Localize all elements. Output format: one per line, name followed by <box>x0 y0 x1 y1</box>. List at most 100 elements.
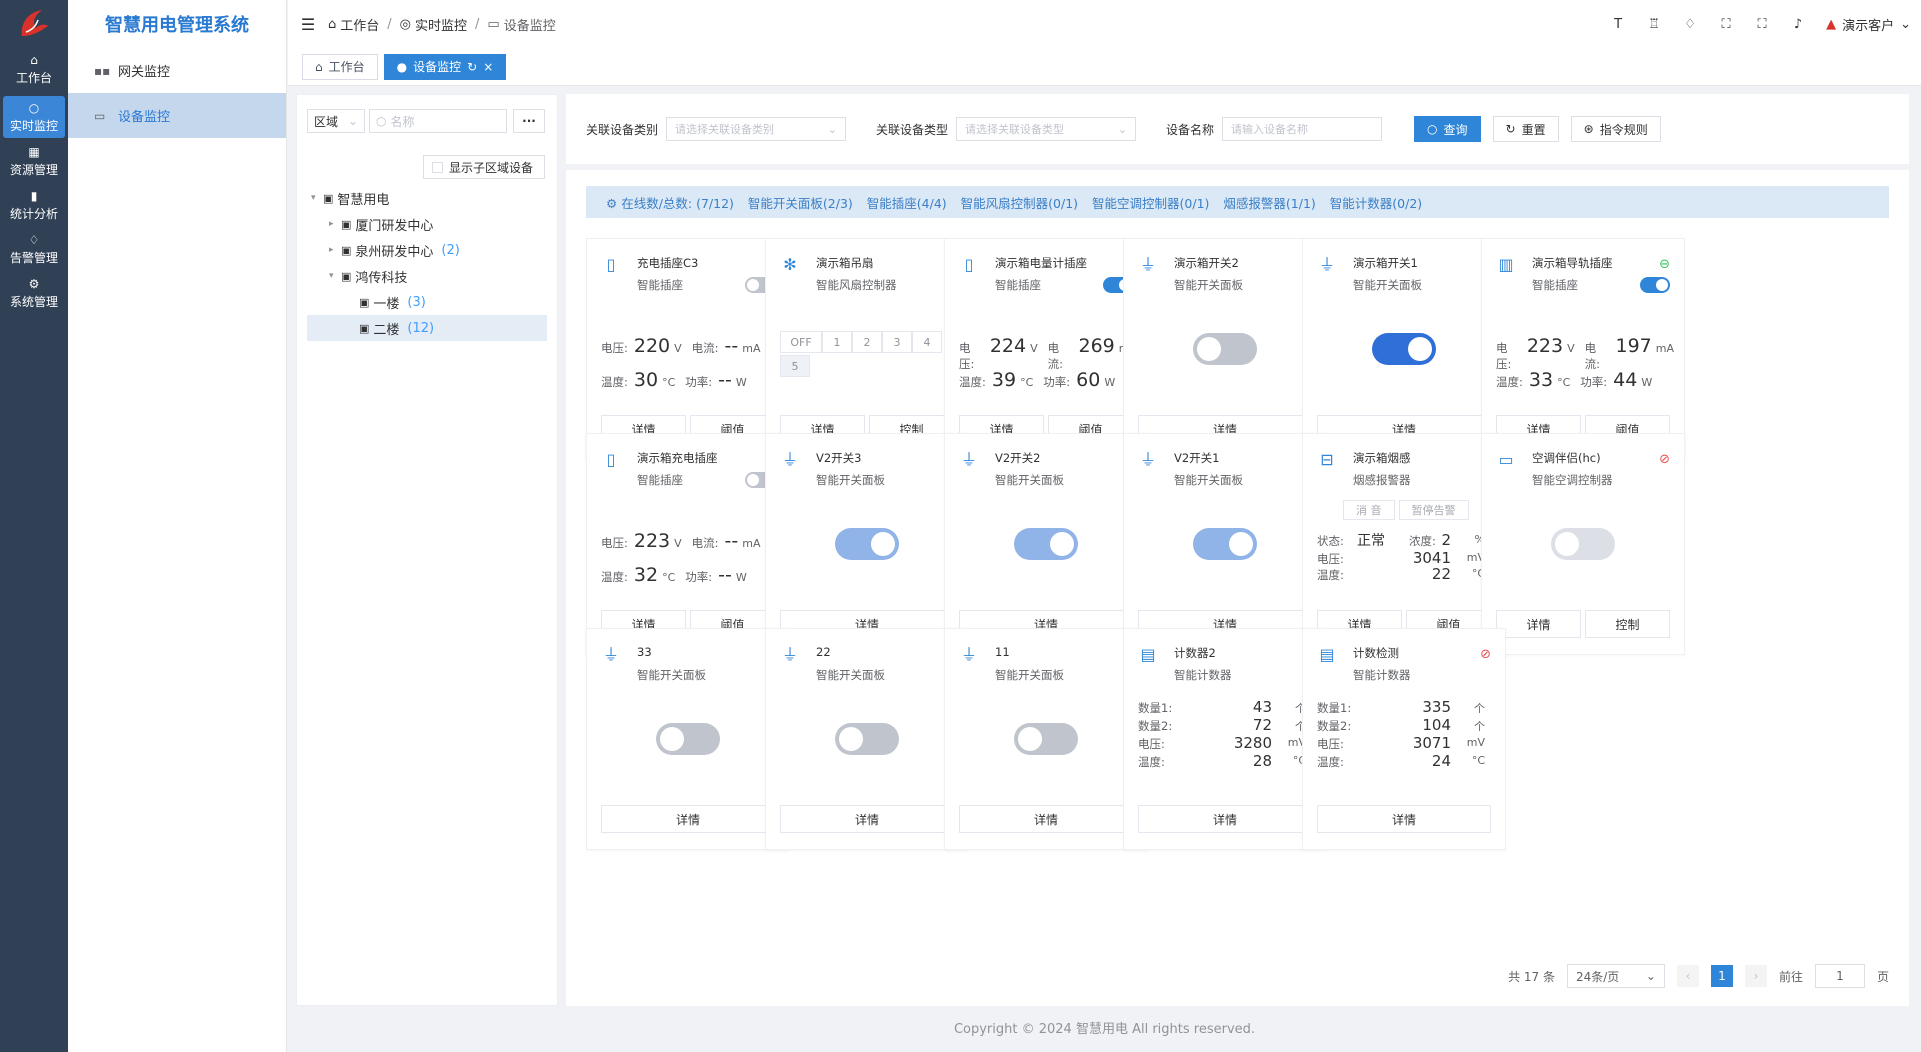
chevron-down-icon: ⌄ <box>827 122 838 136</box>
hamburger-icon[interactable]: ☰ <box>288 15 328 34</box>
tree-node-label: 厦门研发中心 <box>355 218 434 234</box>
device-type: 智能插座 <box>995 278 1041 292</box>
detail-button[interactable]: 详情 <box>1496 610 1581 638</box>
tree-search-input[interactable]: ○ 名称 <box>369 109 507 133</box>
rail-item-realtime[interactable]: ○ 实时监控 <box>3 96 65 138</box>
goto-page-input[interactable]: 1 <box>1814 964 1865 988</box>
submenu-gateway-monitor[interactable]: ▪▪ 网关监控 <box>68 48 286 93</box>
detail-button[interactable]: 详情 <box>601 805 775 833</box>
power-toggle[interactable] <box>1551 528 1615 560</box>
fan-speed-button[interactable]: OFF <box>780 331 822 353</box>
power-toggle[interactable] <box>835 723 899 755</box>
breadcrumb-item[interactable]: 实时监控 <box>415 15 467 34</box>
tab-device-monitor[interactable]: ● 设备监控 ↻ × <box>383 53 507 80</box>
stats-item[interactable]: 智能插座(4/4) <box>867 193 947 212</box>
power-toggle[interactable] <box>1372 333 1436 365</box>
rail-item-alarms[interactable]: ♢ 告警管理 <box>0 228 68 270</box>
power-toggle[interactable] <box>656 723 720 755</box>
rail-item-system[interactable]: ⚙ 系统管理 <box>0 272 68 314</box>
power-toggle[interactable] <box>835 528 899 560</box>
rail-item-resources[interactable]: ▦ 资源管理 <box>0 140 68 182</box>
tree-search-placeholder: 名称 <box>390 114 415 129</box>
show-sub-area-checkbox[interactable]: 显示子区域设备 <box>423 155 545 179</box>
fan-speed-button[interactable]: 4 <box>912 331 942 353</box>
submenu-device-monitor[interactable]: ▭ 设备监控 <box>68 93 286 138</box>
fan-speed-button[interactable]: 2 <box>852 331 882 353</box>
power-toggle[interactable] <box>1014 723 1078 755</box>
fan-speed-button[interactable]: 1 <box>822 331 852 353</box>
expand-icon[interactable]: ⛶ <box>1754 17 1770 32</box>
category-select[interactable]: 请选择关联设备类别 ⌄ <box>666 117 847 141</box>
fullscreen-icon[interactable]: ⛶ <box>1718 17 1734 32</box>
temp-value: 30 <box>633 369 659 391</box>
counter-value: 104 <box>1422 716 1451 734</box>
command-rules-button[interactable]: ⊛ 指令规则 <box>1570 116 1661 142</box>
reset-button[interactable]: ↻ 重置 <box>1492 116 1559 142</box>
counter-value: 3071 <box>1412 734 1451 752</box>
shirt-icon[interactable]: ♖ <box>1646 17 1662 32</box>
tab-workbench[interactable]: ⌂ 工作台 <box>302 53 378 80</box>
link-icon: ⊖ <box>1659 257 1670 272</box>
page-size-select[interactable]: 24条/页 ⌄ <box>1566 964 1665 988</box>
fan-speed-button[interactable]: 3 <box>882 331 912 353</box>
rail-item-workbench[interactable]: ⌂ 工作台 <box>0 48 68 90</box>
close-icon[interactable]: × <box>483 60 493 74</box>
area-select[interactable]: 区域 ⌄ <box>307 109 365 133</box>
stats-item[interactable]: 智能计数器(0/2) <box>1330 193 1422 212</box>
device-name-input[interactable]: 请输入设备名称 <box>1222 117 1383 141</box>
more-button[interactable]: ··· <box>513 109 545 133</box>
fan-speed-button[interactable]: 5 <box>780 355 810 377</box>
voltage-label: 电压: <box>1317 552 1344 566</box>
device-card: ⏚演示箱开关1智能开关面板⊖详情 <box>1302 238 1506 460</box>
detail-button[interactable]: 详情 <box>959 805 1133 833</box>
page-number[interactable]: 1 <box>1710 965 1733 987</box>
screen-icon: ▭ <box>487 16 500 32</box>
tree-node[interactable]: ▣ 一楼 (3) <box>307 289 547 315</box>
query-button[interactable]: ○ 查询 <box>1414 116 1481 142</box>
breadcrumb-item[interactable]: 工作台 <box>340 15 379 34</box>
goto-label: 前往 <box>1778 969 1803 984</box>
pause-alarm-button[interactable]: 暂停告警 <box>1398 500 1469 520</box>
detail-button[interactable]: 详情 <box>1138 805 1312 833</box>
temp-value: 33 <box>1528 369 1554 391</box>
counter-value: 43 <box>1252 698 1272 716</box>
stats-item[interactable]: 智能风扇控制器(0/1) <box>961 193 1078 212</box>
stats-item[interactable]: 烟感报警器(1/1) <box>1223 193 1315 212</box>
user-menu[interactable]: ▲ 演示客户 ⌄ <box>1826 15 1911 34</box>
control-button[interactable]: 控制 <box>1585 610 1670 638</box>
detail-button[interactable]: 详情 <box>780 805 954 833</box>
refresh-icon: ↻ <box>1505 122 1516 136</box>
counter-row: 温度: 24 °C <box>1317 752 1491 771</box>
device-type: 智能开关面板 <box>995 668 1064 682</box>
stats-item[interactable]: 智能空调控制器(0/1) <box>1092 193 1209 212</box>
tree-node[interactable]: ▸ ▣ 厦门研发中心 <box>307 211 547 237</box>
volume-icon[interactable]: ♪ <box>1790 17 1806 32</box>
query-label: 查询 <box>1443 122 1468 137</box>
type-select[interactable]: 请选择关联设备类型 ⌄ <box>956 117 1137 141</box>
prev-page-button[interactable]: ‹ <box>1676 965 1699 987</box>
power-toggle[interactable] <box>1640 277 1670 293</box>
power-toggle[interactable] <box>1014 528 1078 560</box>
tree-node[interactable]: ▣ 二楼 (12) <box>307 315 547 341</box>
tree-node[interactable]: ▾ ▣ 智慧用电 <box>307 185 547 211</box>
next-page-button[interactable]: › <box>1744 965 1767 987</box>
area-tree-panel: 区域 ⌄ ○ 名称 ··· 显示子区域设备 ▾ ▣ 智慧用电 ▸ ▣ 厦门研发中心 ▸ ▣ 泉州… <box>296 94 558 1006</box>
tree-node[interactable]: ▾ ▣ 鸿传科技 <box>307 263 547 289</box>
bell-icon[interactable]: ♢ <box>1682 17 1698 32</box>
device-type: 智能开关面板 <box>816 473 885 487</box>
rail-item-statistics[interactable]: ▮ 统计分析 <box>0 184 68 226</box>
refresh-icon[interactable]: ↻ <box>467 60 477 74</box>
mute-button[interactable]: 消 音 <box>1343 500 1395 520</box>
voltage-label: 电压: <box>1496 341 1512 371</box>
power-toggle[interactable] <box>1193 528 1257 560</box>
power-toggle[interactable] <box>1193 333 1257 365</box>
temp-value: 22 <box>1431 565 1451 583</box>
detail-button[interactable]: 详情 <box>1317 805 1491 833</box>
app-title: 智慧用电管理系统 <box>105 15 249 36</box>
page-size-value: 24条/页 <box>1575 969 1620 984</box>
status-label: 状态: <box>1317 534 1344 548</box>
tree-node[interactable]: ▸ ▣ 泉州研发中心 (2) <box>307 237 547 263</box>
stats-item[interactable]: 智能开关面板(2/3) <box>748 193 853 212</box>
grid-icon: ▦ <box>28 144 40 159</box>
font-size-icon[interactable]: T <box>1610 17 1626 32</box>
